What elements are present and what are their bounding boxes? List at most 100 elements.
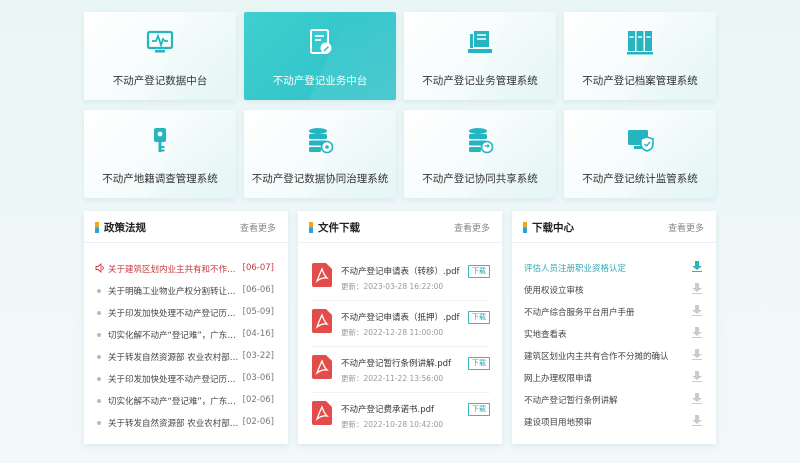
download-item[interactable]: 建设项目用地预审: [524, 410, 704, 432]
policy-title: 切实化解不动产“登记难”，广东发...: [108, 331, 243, 341]
tile-archive-management[interactable]: 不动产登记档案管理系统: [564, 12, 716, 100]
download-item[interactable]: 评估人员注册职业资格认定: [524, 256, 704, 278]
policy-date: [03-22]: [242, 351, 274, 361]
tile-label: 不动产登记业务管理系统: [422, 75, 538, 87]
file-item[interactable]: 不动产登记申请表（转移）.pdf 更新：2023-03-28 16:22:00 …: [312, 257, 490, 301]
download-arrow-icon[interactable]: [692, 349, 702, 360]
view-more-link[interactable]: 查看更多: [454, 221, 490, 234]
bullet-dot: [97, 333, 101, 337]
policy-date: [02-06]: [242, 417, 274, 427]
policy-item[interactable]: 关于印发加快处理不动产登记历史遗... [05-09]: [96, 305, 274, 321]
tile-label: 不动产登记数据中台: [112, 75, 208, 87]
tile-statistics-supervision[interactable]: 不动产登记统计监管系统: [564, 110, 716, 198]
download-item[interactable]: 不动产登记暂行条例讲解: [524, 388, 704, 410]
pdf-file-icon: [312, 263, 332, 287]
view-more-link[interactable]: 查看更多: [668, 221, 704, 234]
policy-title: 关于转发自然资源部 农业农村部做好...: [108, 419, 243, 429]
tile-label: 不动产登记业务中台: [272, 75, 368, 87]
pdf-file-icon: [312, 401, 332, 425]
download-item[interactable]: 建筑区划业内主共有合作不分摊的确认: [524, 344, 704, 366]
download-button[interactable]: 下载: [468, 265, 490, 278]
file-date: 更新：2022-12-28 11:00:00: [341, 328, 444, 337]
download-item[interactable]: 网上办理权限申请: [524, 366, 704, 388]
download-arrow-icon[interactable]: [692, 283, 702, 294]
download-arrow-icon[interactable]: [692, 393, 702, 404]
download-arrow-icon[interactable]: [692, 305, 702, 316]
policy-item[interactable]: 关于转发自然资源部 农业农村部做好... [03-22]: [96, 349, 274, 365]
bullet-dot: [97, 355, 101, 359]
view-more-link[interactable]: 查看更多: [240, 221, 276, 234]
bullet-dot: [97, 399, 101, 403]
download-button[interactable]: 下载: [468, 311, 490, 324]
download-item[interactable]: 不动产综合服务平台用户手册: [524, 300, 704, 322]
file-item[interactable]: 不动产登记暂行条例讲解.pdf 更新：2022-11-22 13:56:00 下…: [312, 349, 490, 393]
tile-label: 不动产地籍调查管理系统: [102, 173, 218, 185]
bullet-dot: [97, 377, 101, 381]
policy-title: 关于明确工业物业产权分割转让工...: [108, 287, 243, 297]
download-arrow-icon[interactable]: [692, 415, 702, 426]
tile-label: 不动产登记档案管理系统: [582, 75, 698, 87]
download-arrow-icon[interactable]: [692, 261, 702, 272]
panel-title: 下载中心: [532, 222, 574, 234]
tile-label: 不动产登记数据协同治理系统: [251, 173, 389, 185]
file-item[interactable]: 不动产登记费承诺书.pdf 更新：2022-10-28 10:42:00 下载: [312, 395, 490, 439]
tile-business-platform[interactable]: 不动产登记业务中台: [244, 12, 396, 100]
policy-date: [06-06]: [242, 285, 274, 295]
download-item-label: 建设项目用地预审: [524, 418, 593, 428]
tile-label: 不动产登记统计监管系统: [582, 173, 698, 185]
document-edit-icon: [310, 29, 332, 54]
download-item-label: 评估人员注册职业资格认定: [524, 264, 627, 274]
file-item[interactable]: 不动产登记申请表（抵押）.pdf 更新：2022-12-28 11:00:00 …: [312, 303, 490, 347]
tile-business-management[interactable]: 不动产登记业务管理系统: [404, 12, 556, 100]
download-arrow-icon[interactable]: [692, 371, 702, 382]
download-button[interactable]: 下载: [468, 403, 490, 416]
policy-panel: 政策法规 查看更多 关于建筑区划内业主共有和不作分摊... [06-07] 关于…: [84, 211, 288, 444]
policy-title: 关于建筑区划内业主共有和不作分摊...: [108, 265, 243, 275]
download-arrow-icon[interactable]: [692, 327, 702, 338]
tile-data-governance[interactable]: 不动产登记数据协同治理系统: [244, 110, 396, 198]
download-item-label: 实地查看表: [524, 330, 567, 340]
book-stand-icon: [468, 31, 492, 53]
panel-header: 政策法规 查看更多: [84, 211, 288, 243]
header-mark: [309, 222, 313, 233]
policy-item[interactable]: 切实化解不动产“登记难”，广东发... [04-16]: [96, 327, 274, 343]
file-date: 更新：2022-10-28 10:42:00: [341, 420, 444, 429]
file-name: 不动产登记费承诺书.pdf: [341, 405, 434, 415]
file-name: 不动产登记申请表（转移）.pdf: [341, 267, 460, 277]
download-item-label: 不动产综合服务平台用户手册: [524, 308, 635, 318]
file-name: 不动产登记申请表（抵押）.pdf: [341, 313, 460, 323]
download-item-label: 不动产登记暂行条例讲解: [524, 396, 618, 406]
policy-date: [03-06]: [242, 373, 274, 383]
policy-date: [06-07]: [242, 263, 274, 273]
archive-cabinet-icon: [627, 31, 653, 55]
key-tag-icon: [154, 128, 166, 152]
panel-title: 政策法规: [104, 222, 146, 234]
policy-title: 关于印发加快处理不动产登记历史遗...: [108, 375, 243, 385]
header-mark: [95, 222, 99, 233]
tile-cadastral-survey[interactable]: 不动产地籍调查管理系统: [84, 110, 236, 198]
policy-date: [04-16]: [242, 329, 274, 339]
bullet-dot: [97, 421, 101, 425]
download-item-label: 建筑区划业内主共有合作不分摊的确认: [524, 352, 669, 362]
panel-header: 下载中心 查看更多: [512, 211, 716, 243]
bullet-dot: [97, 289, 101, 293]
download-center-panel: 下载中心 查看更多 评估人员注册职业资格认定 使用权设立审核 不动产综合服务平台…: [512, 211, 716, 444]
policy-item[interactable]: 关于印发加快处理不动产登记历史遗... [03-06]: [96, 371, 274, 387]
policy-item[interactable]: 关于建筑区划内业主共有和不作分摊... [06-07]: [95, 261, 274, 277]
policy-item[interactable]: 关于明确工业物业产权分割转让工... [06-06]: [96, 283, 274, 299]
policy-date: [02-06]: [242, 395, 274, 405]
file-download-panel: 文件下载 查看更多 不动产登记申请表（转移）.pdf 更新：2023-03-28…: [298, 211, 502, 444]
policy-item[interactable]: 切实化解不动产“登记难”，广东发... [02-06]: [96, 393, 274, 409]
download-item-label: 网上办理权限申请: [524, 374, 593, 384]
download-button[interactable]: 下载: [468, 357, 490, 370]
monitor-pulse-icon: [146, 30, 174, 53]
tile-collaborative-sharing[interactable]: 不动产登记协同共享系统: [404, 110, 556, 198]
download-item[interactable]: 实地查看表: [524, 322, 704, 344]
download-item[interactable]: 使用权设立审核: [524, 278, 704, 300]
policy-item[interactable]: 关于转发自然资源部 农业农村部做好... [02-06]: [96, 415, 274, 431]
file-name: 不动产登记暂行条例讲解.pdf: [341, 359, 451, 369]
tile-data-platform[interactable]: 不动产登记数据中台: [84, 12, 236, 100]
policy-date: [05-09]: [242, 307, 274, 317]
file-list: 不动产登记申请表（转移）.pdf 更新：2023-03-28 16:22:00 …: [298, 251, 502, 441]
pdf-file-icon: [312, 355, 332, 379]
